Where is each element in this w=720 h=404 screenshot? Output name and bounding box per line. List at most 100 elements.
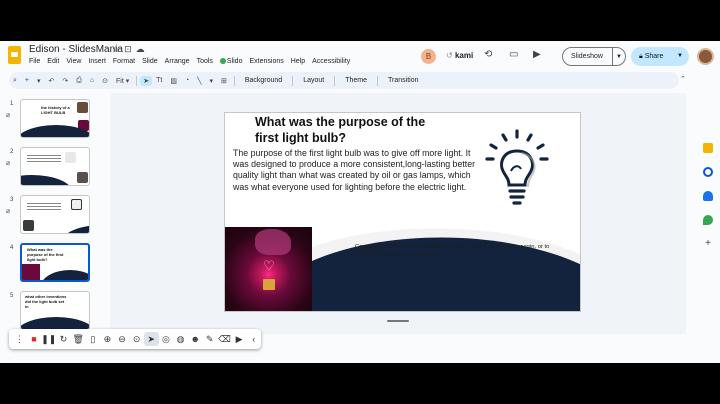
toolbar-divider (334, 75, 336, 86)
menu-format[interactable]: Format (113, 58, 135, 65)
slide-number: 5 (10, 293, 14, 299)
title-bar: Edison - SlidesMania ☆⊡☁ File Edit View … (0, 41, 720, 73)
thumbnail-wave (21, 175, 73, 185)
toolbar-divider (292, 75, 294, 86)
heart-filament-icon: ♡ (263, 258, 275, 273)
menu-insert[interactable]: Insert (88, 58, 106, 65)
zoom-in-icon[interactable]: ⊕ (100, 332, 115, 346)
transition-button[interactable]: Transition (381, 77, 425, 84)
shape-icon[interactable]: ◔ (181, 77, 193, 84)
menu-view[interactable]: View (66, 58, 81, 65)
toolbar-divider (377, 75, 379, 86)
star-icon[interactable]: ☆ (112, 44, 124, 54)
background-button[interactable]: Background (238, 77, 289, 84)
speaker-notes-resize-handle[interactable] (387, 320, 409, 322)
menu-extensions[interactable]: Extensions (249, 58, 283, 65)
eraser-icon[interactable]: ⌫ (217, 332, 232, 346)
slides-logo-icon[interactable] (8, 46, 21, 64)
menu-accessibility[interactable]: Accessibility (312, 58, 350, 65)
collaborator-avatar[interactable]: B (421, 49, 436, 64)
chevron-down-icon[interactable]: ▾ (205, 77, 217, 85)
slideshow-button[interactable]: Slideshow ▼ (562, 47, 626, 66)
thumbnail-text (27, 202, 61, 212)
meet-icon[interactable]: ▶ (533, 49, 541, 60)
current-slide[interactable]: ♡ What was the purpose of the first ligh… (224, 112, 581, 312)
add-on-icon[interactable]: + (703, 239, 713, 249)
slide-title[interactable]: What was the purpose of the first light … (255, 114, 445, 146)
slide-number: 4 (10, 245, 14, 251)
tasks-icon[interactable] (703, 167, 713, 177)
light-bulb-photo[interactable]: ♡ (225, 227, 312, 311)
add-icon[interactable]: + (21, 77, 33, 84)
redo-icon[interactable]: ↻ (56, 332, 71, 346)
emoji-icon[interactable]: ☻ (188, 332, 203, 346)
image-icon[interactable]: ▨ (166, 77, 181, 85)
search-menus-icon[interactable]: ⌕ (9, 77, 21, 85)
slido-icon (219, 58, 226, 64)
spotlight-icon[interactable]: ◎ (159, 332, 174, 346)
chevron-up-icon[interactable]: ⌃ (680, 75, 686, 83)
menu-help[interactable]: Help (291, 58, 305, 65)
slide-thumbnail-4[interactable]: What was the purpose of the first light … (20, 243, 90, 282)
drag-handle-icon[interactable]: ⋮ (12, 332, 27, 346)
redo-icon[interactable]: ↷ (58, 77, 72, 85)
text-box-icon[interactable]: Tt (152, 77, 166, 84)
comment-add-icon[interactable]: ⊞ (217, 77, 231, 85)
undo-icon[interactable]: ↶ (45, 77, 59, 85)
theme-button[interactable]: Theme (338, 77, 374, 84)
line-icon[interactable]: ╲ (193, 77, 205, 85)
trash-icon[interactable]: 🗑︎ (71, 332, 86, 346)
layout-button[interactable]: Layout (296, 77, 331, 84)
history-icon[interactable]: ⟲ (484, 49, 492, 60)
collapse-icon[interactable]: ‹ (246, 332, 261, 346)
contacts-icon[interactable] (703, 191, 713, 201)
chevron-down-icon[interactable]: ▼ (677, 47, 683, 66)
camera-icon[interactable]: ◍ (173, 332, 188, 346)
toolbar-divider (233, 75, 235, 86)
menu-file[interactable]: File (29, 58, 40, 65)
menu-slido[interactable]: Slido (219, 58, 243, 65)
share-button[interactable]: 🔒︎ Share ▼ (631, 47, 689, 66)
move-folder-icon[interactable]: ⊡ (124, 44, 136, 54)
zoom-region-icon[interactable]: ⊙ (129, 332, 144, 346)
zoom-icon[interactable]: ⊙ (98, 77, 112, 85)
zoom-select[interactable]: Fit ▾ (112, 77, 133, 85)
paint-format-icon[interactable]: ⌂ (86, 77, 98, 84)
side-panel: + (698, 93, 720, 363)
slide-thumbnail-5[interactable]: what other inventions did the light bulb… (20, 291, 90, 330)
slide-body-text[interactable]: The purpose of the first light bulb was … (233, 148, 483, 193)
menu-edit[interactable]: Edit (47, 58, 59, 65)
cloud-status-icon[interactable]: ☁ (136, 44, 149, 54)
blank-page-icon[interactable]: ▯ (86, 332, 101, 346)
document-title[interactable]: Edison - SlidesMania (29, 44, 123, 55)
pause-icon[interactable]: ❚❚ (41, 332, 56, 346)
kami-icon: ↺ (446, 51, 453, 60)
zoom-out-icon[interactable]: ⊖ (115, 332, 130, 346)
menu-arrange[interactable]: Arrange (165, 58, 190, 65)
record-icon[interactable]: ■ (27, 332, 42, 346)
slide-thumbnail-2[interactable] (20, 147, 90, 186)
chevron-down-icon[interactable]: ▼ (613, 54, 622, 60)
menu-slido-label: Slido (226, 58, 243, 65)
keep-icon[interactable] (703, 143, 713, 153)
paperclip-icon: ⌀ (6, 208, 11, 215)
comments-icon[interactable]: ▭ (509, 49, 518, 60)
select-icon[interactable]: ➤ (140, 75, 153, 86)
user-avatar[interactable] (697, 48, 714, 65)
thumbnail-wave (40, 270, 88, 280)
slide-thumbnail-1[interactable]: the history of a LIGHT BULB (20, 99, 90, 138)
toolbar-divider (136, 75, 138, 86)
menu-bar: File Edit View Insert Format Slide Arran… (29, 58, 350, 65)
definition-text[interactable]: Consistent means to do something the sam… (355, 243, 555, 259)
menu-slide[interactable]: Slide (142, 58, 158, 65)
pointer-icon[interactable]: ➤ (144, 332, 159, 346)
chevron-down-icon[interactable]: ▾ (33, 77, 45, 85)
definition-term: Consistent (355, 244, 383, 250)
menu-tools[interactable]: Tools (197, 58, 213, 65)
slide-thumbnail-3[interactable] (20, 195, 90, 234)
video-icon[interactable]: ▶ (232, 332, 247, 346)
kami-extension[interactable]: ↺ kami (446, 51, 473, 60)
print-icon[interactable]: ⎙ (72, 77, 86, 85)
pen-icon[interactable]: ✎ (203, 332, 218, 346)
maps-icon[interactable] (703, 215, 713, 225)
